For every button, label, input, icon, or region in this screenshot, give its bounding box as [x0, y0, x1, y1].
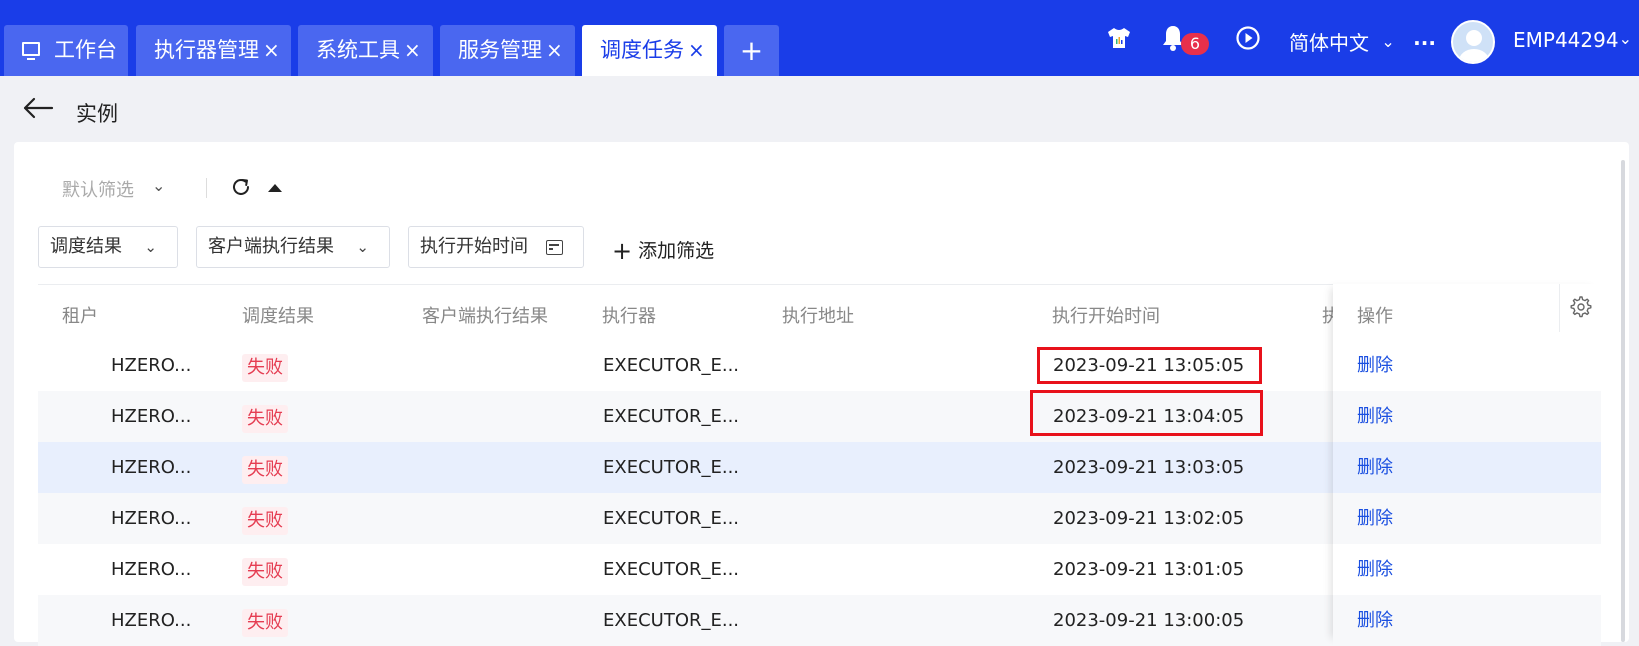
action-cell: 删除 — [1333, 442, 1601, 493]
divider — [206, 178, 207, 198]
column-header-tenant[interactable]: 租户 — [62, 302, 98, 328]
delete-button[interactable]: 删除 — [1357, 340, 1393, 391]
cell-tenant: HZERO... — [111, 559, 192, 580]
status-badge: 失败 — [242, 405, 288, 433]
tab-workbench[interactable]: 工作台 — [4, 25, 128, 76]
monitor-icon — [22, 42, 40, 60]
top-navigation-bar: 工作台 执行器管理 × 系统工具 × 服务管理 × 调度任务 × + 6 简体中文 ⌄ … — [0, 0, 1639, 76]
filter-label: 客户端执行结果 — [208, 236, 334, 257]
gear-icon[interactable] — [1570, 296, 1592, 318]
cell-executor: EXECUTOR_E... — [603, 406, 740, 427]
plus-icon: + — [612, 237, 633, 265]
cell-executor: EXECUTOR_E... — [603, 559, 740, 580]
tab-label: 系统工具 — [316, 38, 400, 62]
avatar[interactable] — [1451, 20, 1495, 64]
language-selector[interactable]: 简体中文 ⌄ ··· — [1289, 27, 1436, 56]
cell-start-time: 2023-09-21 13:03:05 — [1053, 457, 1245, 478]
action-cell: 删除 — [1333, 493, 1601, 544]
close-icon[interactable]: × — [263, 38, 280, 62]
calendar-icon — [546, 240, 563, 255]
refresh-icon[interactable] — [230, 176, 252, 198]
collapse-up-icon[interactable] — [266, 182, 284, 194]
filter-label: 执行开始时间 — [420, 236, 528, 257]
column-header-executor[interactable]: 执行器 — [602, 302, 656, 328]
client-result-filter[interactable]: 客户端执行结果 ⌄ — [196, 226, 390, 268]
cell-tenant: HZERO... — [111, 355, 192, 376]
highlight-box — [1030, 390, 1263, 436]
add-filter-button[interactable]: + 添加筛选 — [612, 235, 715, 265]
column-header-address[interactable]: 执行地址 — [782, 302, 854, 328]
user-menu[interactable]: EMP44294⌄ — [1513, 28, 1632, 52]
status-badge: 失败 — [242, 558, 288, 586]
column-header-actions: 操作 — [1357, 306, 1393, 327]
highlight-box — [1037, 347, 1262, 384]
language-label: 简体中文 — [1289, 31, 1369, 55]
column-header-start-time[interactable]: 执行开始时间 — [1052, 302, 1160, 328]
chevron-down-icon[interactable]: ⌄ — [152, 176, 165, 195]
tab-scheduled-tasks[interactable]: 调度任务 × — [582, 25, 717, 76]
add-tab-button[interactable]: + — [724, 25, 779, 76]
delete-button[interactable]: 删除 — [1357, 544, 1393, 595]
status-badge: 失败 — [242, 507, 288, 535]
cell-executor: EXECUTOR_E... — [603, 610, 740, 631]
cell-executor: EXECUTOR_E... — [603, 508, 740, 529]
page-title: 实例 — [76, 102, 118, 126]
column-header-dispatch-result[interactable]: 调度结果 — [242, 302, 314, 328]
cell-tenant: HZERO... — [111, 457, 192, 478]
status-badge: 失败 — [242, 456, 288, 484]
chevron-down-icon: ⌄ — [144, 238, 157, 256]
filter-label: 调度结果 — [50, 236, 122, 257]
dispatch-result-filter[interactable]: 调度结果 ⌄ — [38, 226, 178, 268]
cell-start-time: 2023-09-21 13:02:05 — [1053, 508, 1245, 529]
tab-label: 调度任务 — [600, 38, 684, 62]
status-badge: 失败 — [242, 609, 288, 637]
delete-button[interactable]: 删除 — [1357, 493, 1393, 544]
play-circle-icon[interactable] — [1235, 25, 1261, 51]
chevron-down-icon: ⌄ — [356, 238, 369, 256]
action-cell: 删除 — [1333, 544, 1601, 595]
chevron-down-icon: ⌄ — [1618, 29, 1632, 48]
tab-label: 服务管理 — [458, 38, 542, 62]
fixed-action-column: 操作 删除 删除 删除 删除 删除 删除 — [1333, 284, 1601, 646]
cell-tenant: HZERO... — [111, 406, 192, 427]
chevron-down-icon: ⌄ — [1381, 32, 1395, 51]
delete-button[interactable]: 删除 — [1357, 391, 1393, 442]
tab-executor-management[interactable]: 执行器管理 × — [136, 25, 291, 76]
add-filter-label: 添加筛选 — [638, 240, 715, 262]
column-header-client-result[interactable]: 客户端执行结果 — [422, 302, 548, 328]
vertical-scrollbar[interactable] — [1621, 160, 1625, 642]
tab-label: 执行器管理 — [154, 38, 259, 62]
cell-tenant: HZERO... — [111, 508, 192, 529]
notification-badge: 6 — [1181, 33, 1209, 55]
cell-executor: EXECUTOR_E... — [603, 355, 740, 376]
back-arrow-icon[interactable] — [22, 96, 54, 120]
plus-icon: + — [739, 34, 764, 67]
cell-start-time: 2023-09-21 13:01:05 — [1053, 559, 1245, 580]
action-cell: 删除 — [1333, 340, 1601, 391]
status-badge: 失败 — [242, 354, 288, 382]
page-header: 实例 — [0, 76, 1639, 142]
close-icon[interactable]: × — [688, 38, 705, 62]
preset-filter-select[interactable]: 默认筛选 — [62, 176, 134, 202]
close-icon[interactable]: × — [546, 38, 563, 62]
delete-button[interactable]: 删除 — [1357, 442, 1393, 493]
cell-executor: EXECUTOR_E... — [603, 457, 740, 478]
more-icon[interactable]: ··· — [1413, 31, 1436, 55]
action-cell: 删除 — [1333, 595, 1601, 646]
cell-tenant: HZERO... — [111, 610, 192, 631]
tab-service-management[interactable]: 服务管理 × — [440, 25, 575, 76]
tab-label: 工作台 — [54, 38, 117, 62]
delete-button[interactable]: 删除 — [1357, 595, 1393, 646]
cell-start-time: 2023-09-21 13:00:05 — [1053, 610, 1245, 631]
user-name: EMP44294 — [1513, 28, 1619, 52]
shirt-icon[interactable] — [1106, 26, 1132, 50]
action-cell: 删除 — [1333, 391, 1601, 442]
tab-system-tools[interactable]: 系统工具 × — [298, 25, 433, 76]
column-settings[interactable] — [1559, 284, 1601, 332]
start-time-filter[interactable]: 执行开始时间 — [408, 226, 584, 268]
close-icon[interactable]: × — [404, 38, 421, 62]
